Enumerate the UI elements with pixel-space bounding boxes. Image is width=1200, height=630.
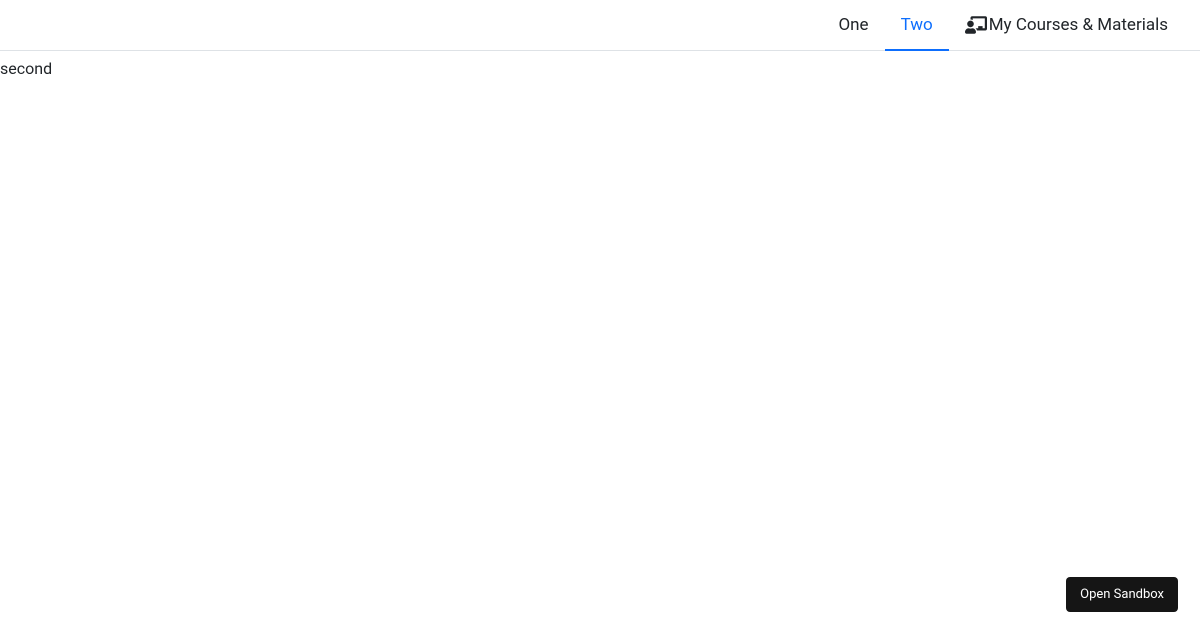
tab-content: second [0,51,1200,78]
content-text: second [0,59,52,78]
tab-one[interactable]: One [822,0,884,50]
tab-label: One [838,14,868,36]
button-label: Open Sandbox [1080,587,1164,602]
tab-my-courses[interactable]: My Courses & Materials [949,0,1184,50]
nav-tabs: One Two My Courses & Materials [0,0,1200,51]
tab-label: Two [901,14,933,36]
tab-two[interactable]: Two [885,0,949,50]
open-sandbox-button[interactable]: Open Sandbox [1066,577,1178,612]
tab-label: My Courses & Materials [989,14,1168,36]
teacher-icon [965,16,987,34]
